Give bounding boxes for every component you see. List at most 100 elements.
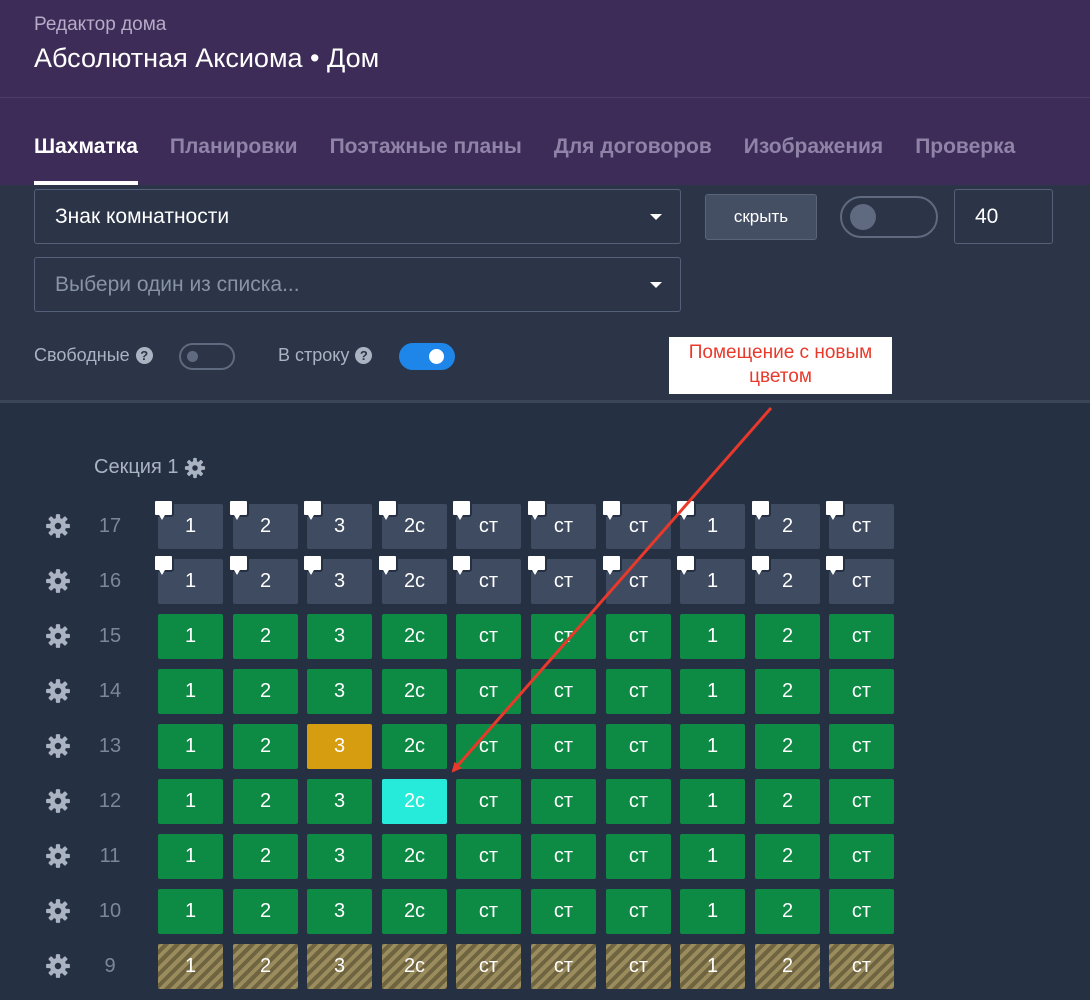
apartment-cell[interactable]: 2с xyxy=(377,499,447,549)
apartment-cell[interactable]: ст xyxy=(829,834,894,879)
size-input[interactable]: 40 xyxy=(954,189,1053,244)
apartment-cell[interactable]: ст xyxy=(829,614,894,659)
apartment-cell[interactable]: 2 xyxy=(755,724,820,769)
apartment-cell[interactable]: 1 xyxy=(675,554,745,604)
apartment-cell[interactable]: 3 xyxy=(307,834,372,879)
apartment-cell[interactable]: 1 xyxy=(680,779,745,824)
apartment-cell[interactable]: ст xyxy=(531,779,596,824)
inline-toggle[interactable] xyxy=(399,343,455,370)
apartment-cell[interactable]: ст xyxy=(601,499,671,549)
comment-bubble-icon[interactable] xyxy=(601,554,622,575)
apartment-cell[interactable]: ст xyxy=(531,669,596,714)
apartment-cell[interactable]: 2с xyxy=(382,724,447,769)
question-circle-icon[interactable]: ? xyxy=(355,347,373,364)
apartment-cell[interactable]: ст xyxy=(824,554,894,604)
apartment-cell[interactable]: ст xyxy=(606,834,671,879)
apartment-cell[interactable]: ст xyxy=(606,614,671,659)
apartment-cell[interactable]: 1 xyxy=(675,499,745,549)
apartment-cell[interactable]: 1 xyxy=(680,669,745,714)
apartment-cell[interactable]: 2 xyxy=(755,614,820,659)
comment-bubble-icon[interactable] xyxy=(377,499,398,520)
comment-bubble-icon[interactable] xyxy=(526,499,547,520)
apartment-cell[interactable]: 3 xyxy=(307,779,372,824)
apartment-cell[interactable]: 1 xyxy=(680,724,745,769)
apartment-cell[interactable]: ст xyxy=(526,554,596,604)
apartment-cell[interactable]: 2 xyxy=(233,724,298,769)
apartment-cell[interactable]: ст xyxy=(456,944,521,989)
tab-check[interactable]: Проверка xyxy=(915,133,1015,185)
comment-bubble-icon[interactable] xyxy=(228,499,249,520)
display-toggle[interactable] xyxy=(840,196,938,238)
tab-layouts[interactable]: Планировки xyxy=(170,133,298,185)
tab-floor-plans[interactable]: Поэтажные планы xyxy=(330,133,522,185)
apartment-cell[interactable]: ст xyxy=(456,614,521,659)
apartment-cell[interactable]: ст xyxy=(451,554,521,604)
hide-button[interactable]: скрыть xyxy=(705,194,817,240)
apartment-cell[interactable]: 2с xyxy=(382,779,447,824)
apartment-cell[interactable]: ст xyxy=(829,724,894,769)
apartment-cell[interactable]: 2с xyxy=(382,944,447,989)
apartment-cell[interactable]: 3 xyxy=(307,889,372,934)
apartment-cell[interactable]: 2 xyxy=(233,889,298,934)
apartment-cell[interactable]: ст xyxy=(531,944,596,989)
comment-bubble-icon[interactable] xyxy=(302,554,323,575)
apartment-cell[interactable]: 1 xyxy=(158,669,223,714)
apartment-cell[interactable]: ст xyxy=(526,499,596,549)
apartment-cell[interactable]: 1 xyxy=(158,889,223,934)
apartment-cell[interactable]: 2 xyxy=(750,554,820,604)
comment-bubble-icon[interactable] xyxy=(675,554,696,575)
apartment-cell[interactable]: 2 xyxy=(755,889,820,934)
apartment-cell[interactable]: 2 xyxy=(750,499,820,549)
comment-bubble-icon[interactable] xyxy=(451,554,472,575)
apartment-cell[interactable]: ст xyxy=(606,944,671,989)
apartment-cell[interactable]: 2 xyxy=(233,669,298,714)
apartment-cell[interactable]: 1 xyxy=(158,724,223,769)
comment-bubble-icon[interactable] xyxy=(675,499,696,520)
comment-bubble-icon[interactable] xyxy=(824,499,845,520)
floor-gear-icon[interactable] xyxy=(45,568,71,594)
comment-bubble-icon[interactable] xyxy=(451,499,472,520)
apartment-cell[interactable]: 1 xyxy=(680,614,745,659)
comment-bubble-icon[interactable] xyxy=(153,499,174,520)
apartment-cell[interactable]: ст xyxy=(456,779,521,824)
apartment-cell[interactable]: ст xyxy=(829,889,894,934)
apartment-cell[interactable]: ст xyxy=(531,834,596,879)
apartment-cell[interactable]: ст xyxy=(531,724,596,769)
comment-bubble-icon[interactable] xyxy=(377,554,398,575)
apartment-cell[interactable]: 2 xyxy=(755,669,820,714)
apartment-cell[interactable]: 1 xyxy=(680,834,745,879)
apartment-cell[interactable]: 2с xyxy=(382,834,447,879)
choose-select[interactable]: Выбери один из списка... xyxy=(34,257,681,312)
floor-gear-icon[interactable] xyxy=(45,953,71,979)
apartment-cell[interactable]: ст xyxy=(606,889,671,934)
apartment-cell[interactable]: ст xyxy=(829,944,894,989)
apartment-cell[interactable]: 2 xyxy=(228,554,298,604)
comment-bubble-icon[interactable] xyxy=(302,499,323,520)
apartment-cell[interactable]: 1 xyxy=(153,499,223,549)
apartment-cell[interactable]: ст xyxy=(606,724,671,769)
apartment-cell[interactable]: ст xyxy=(456,669,521,714)
tab-contracts[interactable]: Для договоров xyxy=(554,133,712,185)
comment-bubble-icon[interactable] xyxy=(153,554,174,575)
apartment-cell[interactable]: ст xyxy=(829,779,894,824)
comment-bubble-icon[interactable] xyxy=(824,554,845,575)
comment-bubble-icon[interactable] xyxy=(601,499,622,520)
apartment-cell[interactable]: 2 xyxy=(755,834,820,879)
apartment-cell[interactable]: 1 xyxy=(158,779,223,824)
apartment-cell[interactable]: ст xyxy=(606,779,671,824)
apartment-cell[interactable]: 3 xyxy=(302,499,372,549)
apartment-cell[interactable]: ст xyxy=(531,614,596,659)
comment-bubble-icon[interactable] xyxy=(228,554,249,575)
apartment-cell[interactable]: ст xyxy=(824,499,894,549)
apartment-cell[interactable]: 2 xyxy=(755,779,820,824)
apartment-cell[interactable]: ст xyxy=(829,669,894,714)
apartment-cell[interactable]: 2 xyxy=(233,944,298,989)
apartment-cell[interactable]: 1 xyxy=(680,944,745,989)
apartment-cell[interactable]: 2с xyxy=(382,889,447,934)
floor-gear-icon[interactable] xyxy=(45,678,71,704)
floor-gear-icon[interactable] xyxy=(45,733,71,759)
floor-gear-icon[interactable] xyxy=(45,898,71,924)
apartment-cell[interactable]: 2 xyxy=(233,779,298,824)
apartment-cell[interactable]: 2с xyxy=(382,669,447,714)
apartment-cell[interactable]: 2с xyxy=(377,554,447,604)
